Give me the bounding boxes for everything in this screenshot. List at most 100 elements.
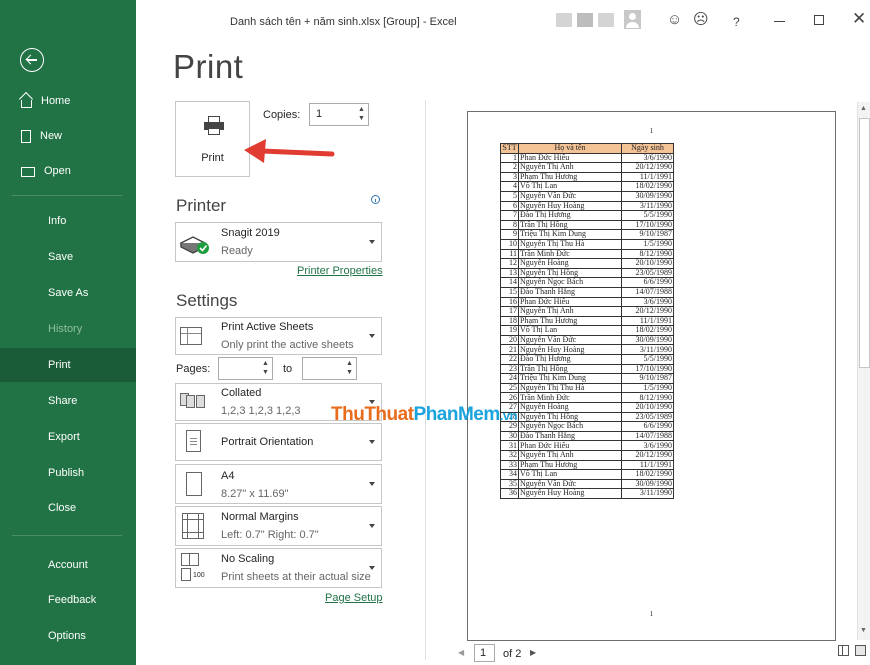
margins-icon <box>182 513 204 539</box>
table-cell: Đào Thanh Hằng <box>518 287 622 298</box>
table-cell: 7 <box>500 210 519 221</box>
table-row: 8 Trần Thị Hồng 17/10/1990 <box>500 220 674 231</box>
sidebar-item-share[interactable]: Share <box>0 384 136 418</box>
pages-to-input[interactable]: ▲ ▼ <box>302 357 357 380</box>
table-cell: Nguyễn Thị Hồng <box>518 268 622 279</box>
table-row: 31 Phan Đức Hiếu 3/6/1990 <box>500 440 674 451</box>
close-icon[interactable]: ✕ <box>852 10 866 27</box>
printer-properties-link[interactable]: Printer Properties <box>297 265 383 277</box>
table-cell: Nguyễn Thị Hồng <box>518 412 622 423</box>
table-cell: 9/10/1987 <box>621 373 674 384</box>
sidebar-separator <box>12 535 122 536</box>
pages-from-input[interactable]: ▲ ▼ <box>218 357 273 380</box>
spin-up-icon[interactable]: ▲ <box>357 106 366 114</box>
table-cell: 3/11/1990 <box>621 201 674 212</box>
table-row: 28 Nguyễn Thị Hồng 23/05/1989 <box>500 412 674 423</box>
sidebar-item-save-as[interactable]: Save As <box>0 276 136 310</box>
printer-dropdown[interactable]: Snagit 2019 Ready <box>175 222 382 262</box>
back-arrow-icon[interactable] <box>20 48 44 72</box>
sidebar-item-info[interactable]: Info <box>0 204 136 238</box>
table-row: 4 Võ Thị Lan 18/02/1990 <box>500 181 674 192</box>
table-cell: Đào Thị Hương <box>518 354 622 365</box>
next-page-icon[interactable]: ▶ <box>530 648 536 657</box>
smile-icon[interactable]: ☺ <box>667 12 682 28</box>
sidebar-item-label: Export <box>48 431 80 443</box>
previous-page-icon[interactable]: ◀ <box>458 648 464 657</box>
sidebar-item-history: History <box>0 312 136 346</box>
help-icon[interactable]: ? <box>733 14 740 30</box>
maximize-icon[interactable] <box>814 15 824 25</box>
sidebar-item-close[interactable]: Close <box>0 491 136 525</box>
sidebar-item-options[interactable]: Options <box>0 619 136 653</box>
blurred-block-icon <box>598 13 614 27</box>
table-cell: 14 <box>500 277 519 288</box>
sidebar-item-export[interactable]: Export <box>0 420 136 454</box>
sidebar-item-home[interactable]: Home <box>0 84 136 118</box>
copies-stepper[interactable]: 1 ▲ ▼ <box>309 103 369 126</box>
print-what-dropdown[interactable]: Print Active Sheets Only print the activ… <box>175 317 382 355</box>
sidebar-item-account[interactable]: Account <box>0 548 136 582</box>
print-button[interactable]: Print <box>175 101 250 177</box>
preview-scrollbar[interactable]: ▲ ▼ <box>857 102 870 640</box>
table-cell: 33 <box>500 460 519 471</box>
paper-size-dropdown[interactable]: A4 8.27" x 11.69" <box>175 464 382 504</box>
scaling-sub: Print sheets at their actual size <box>221 571 371 583</box>
blurred-block-icon <box>556 13 572 27</box>
margins-dropdown[interactable]: Normal Margins Left: 0.7" Right: 0.7" <box>175 506 382 546</box>
sidebar-item-save[interactable]: Save <box>0 240 136 274</box>
table-cell: 20/10/1990 <box>621 402 674 413</box>
table-cell: 19 <box>500 325 519 336</box>
spin-down-icon[interactable]: ▼ <box>261 369 270 377</box>
table-header-row: STT Họ và tên Ngày sinh <box>500 143 674 154</box>
table-cell: 16 <box>500 297 519 308</box>
panel-divider <box>425 100 426 660</box>
table-cell: 3 <box>500 172 519 183</box>
table-cell: Trần Minh Đức <box>518 249 622 260</box>
table-cell: Nguyễn Văn Đức <box>518 335 622 346</box>
sidebar-item-print[interactable]: Print <box>0 348 136 382</box>
table-cell: 23/05/1989 <box>621 412 674 423</box>
sidebar-item-feedback[interactable]: Feedback <box>0 583 136 617</box>
spin-down-icon[interactable]: ▼ <box>345 369 354 377</box>
sidebar-item-label: Save As <box>48 287 89 299</box>
scrollbar-thumb[interactable] <box>859 118 870 368</box>
zoom-to-page-icon[interactable] <box>855 645 866 656</box>
sidebar-item-new[interactable]: New <box>0 119 136 153</box>
table-row: 1 Phan Đức Hiếu 3/6/1990 <box>500 153 674 164</box>
margins-title: Normal Margins <box>221 511 299 523</box>
scaling-dropdown[interactable]: 100 No Scaling Print sheets at their act… <box>175 548 382 588</box>
frown-icon[interactable]: ☹ <box>693 12 709 28</box>
collation-title: Collated <box>221 387 262 399</box>
spin-down-icon[interactable]: ▼ <box>357 115 366 123</box>
table-row: 20 Nguyễn Văn Đức 30/09/1990 <box>500 335 674 346</box>
table-cell: 26 <box>500 392 519 404</box>
pages-label: Pages: <box>176 363 211 375</box>
page-count-label: of 2 <box>503 648 522 660</box>
current-page-input[interactable]: 1 <box>474 644 495 662</box>
profile-icon[interactable] <box>624 10 641 29</box>
table-cell: 12 <box>500 258 519 269</box>
page-title: Print <box>173 48 244 85</box>
table-cell: Phan Đức Hiếu <box>518 440 622 451</box>
sidebar-item-open[interactable]: Open <box>0 154 136 188</box>
info-icon[interactable] <box>371 195 380 204</box>
scroll-down-icon[interactable]: ▼ <box>860 627 867 634</box>
page-setup-link[interactable]: Page Setup <box>325 592 383 604</box>
table-row: 6 Nguyễn Huy Hoàng 3/11/1990 <box>500 201 674 212</box>
minimize-icon[interactable] <box>774 21 785 22</box>
table-row: 21 Nguyễn Huy Hoàng 3/11/1990 <box>500 344 674 356</box>
sidebar-item-publish[interactable]: Publish <box>0 456 136 490</box>
show-margins-icon[interactable] <box>838 645 849 656</box>
table-row: 26 Trần Minh Đức 8/12/1990 <box>500 392 674 404</box>
scroll-up-icon[interactable]: ▲ <box>860 105 867 112</box>
table-row: 11 Trần Minh Đức 8/12/1990 <box>500 249 674 260</box>
table-cell: 3/6/1990 <box>621 440 674 451</box>
orientation-dropdown[interactable]: Portrait Orientation <box>175 423 382 461</box>
table-cell: 18/02/1990 <box>621 325 674 336</box>
spin-up-icon[interactable]: ▲ <box>261 360 270 368</box>
spin-up-icon[interactable]: ▲ <box>345 360 354 368</box>
table-cell: Trần Thị Hồng <box>518 220 622 231</box>
table-cell: 1/5/1990 <box>621 239 674 250</box>
print-preview-page: 1 STT Họ và tên Ngày sinh 1 Phan Đức Hiếu… <box>467 111 836 641</box>
window-title: Danh sách tên + năm sinh.xlsx [Group] - … <box>230 16 457 28</box>
